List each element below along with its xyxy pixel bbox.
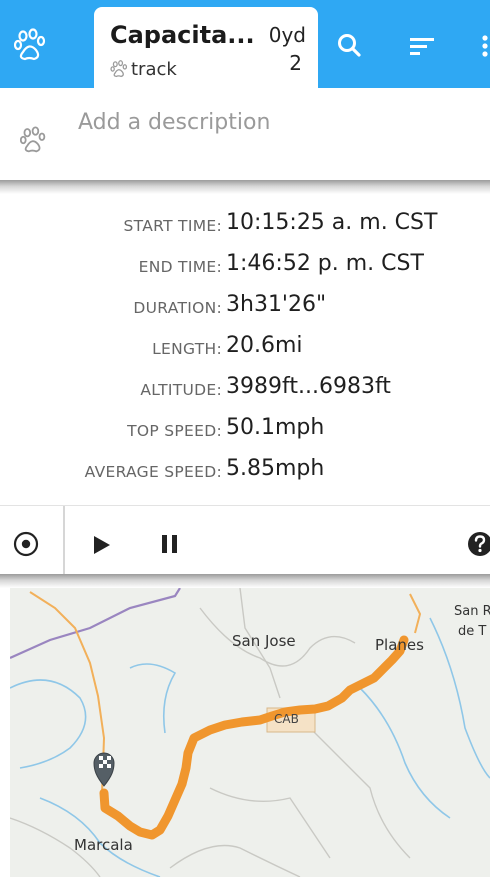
pause-icon[interactable] xyxy=(160,533,180,555)
major-road xyxy=(10,588,181,660)
description-field[interactable]: Add a description xyxy=(0,92,490,182)
stat-value: 1:46:52 p. m. CST xyxy=(226,251,424,276)
more-icon[interactable] xyxy=(476,30,490,62)
play-icon[interactable] xyxy=(92,534,112,556)
stat-duration: DURATION: 3h31'26" xyxy=(0,287,490,327)
track-map[interactable]: San Jose Planes San R de T CAB Marcala xyxy=(10,588,490,877)
stat-value: 5.85mph xyxy=(226,456,325,481)
divider xyxy=(63,506,65,578)
stat-value: 20.6mi xyxy=(226,333,303,358)
river xyxy=(429,617,490,779)
stat-average-speed: AVERAGE SPEED: 5.85mph xyxy=(0,451,490,491)
minor-road xyxy=(169,844,301,877)
track-type: track xyxy=(110,59,177,80)
stat-label: LENGTH: xyxy=(152,340,222,358)
stat-end-time: END TIME: 1:46:52 p. m. CST xyxy=(0,246,490,286)
top-app-bar: Capacita... track 0yd 2 xyxy=(0,0,490,88)
stat-value: 3989ft...6983ft xyxy=(226,374,391,399)
distance-count: 0yd xyxy=(268,23,306,47)
minor-road xyxy=(309,727,411,859)
divider xyxy=(0,574,490,588)
road xyxy=(409,593,422,634)
stat-value: 10:15:25 a. m. CST xyxy=(226,210,438,235)
search-icon[interactable] xyxy=(334,30,366,62)
map-label-planes: Planes xyxy=(375,636,424,654)
stat-length: LENGTH: 20.6mi xyxy=(0,328,490,368)
stat-label: ALTITUDE: xyxy=(140,381,222,399)
screen: Capacita... track 0yd 2 Add a descriptio… xyxy=(0,0,490,877)
stat-label: START TIME: xyxy=(123,217,222,235)
stat-value: 50.1mph xyxy=(226,415,325,440)
track-title: Capacita... xyxy=(110,21,255,49)
river xyxy=(129,663,177,734)
map-label-de-t: de T xyxy=(458,624,487,639)
stat-start-time: START TIME: 10:15:25 a. m. CST xyxy=(0,205,490,245)
help-icon[interactable] xyxy=(466,530,490,558)
river xyxy=(10,679,87,769)
map-label-san-r: San R xyxy=(454,604,490,619)
locate-icon[interactable] xyxy=(12,530,40,558)
minor-road xyxy=(209,787,331,859)
checkered-flag-marker xyxy=(93,752,115,787)
track-title-card[interactable]: Capacita... track 0yd 2 xyxy=(94,7,318,88)
stat-altitude: ALTITUDE: 3989ft...6983ft xyxy=(0,369,490,409)
stat-label: DURATION: xyxy=(133,299,222,317)
stat-value: 3h31'26" xyxy=(226,292,327,317)
track-type-label: track xyxy=(131,59,177,80)
map-label-marcala: Marcala xyxy=(74,836,133,854)
stat-top-speed: TOP SPEED: 50.1mph xyxy=(0,410,490,450)
stat-label: TOP SPEED: xyxy=(127,422,222,440)
point-count: 2 xyxy=(289,51,302,75)
description-placeholder: Add a description xyxy=(78,110,271,135)
paw-icon xyxy=(20,126,46,153)
sort-icon[interactable] xyxy=(406,30,438,62)
paw-small-icon xyxy=(110,60,128,78)
map-label-town: CAB xyxy=(274,712,299,726)
paw-icon[interactable] xyxy=(14,28,46,62)
track-line xyxy=(99,635,409,840)
playback-controls xyxy=(0,505,490,578)
divider xyxy=(0,180,490,194)
stat-label: END TIME: xyxy=(138,258,222,276)
map-label-san-jose: San Jose xyxy=(232,632,296,650)
stat-label: AVERAGE SPEED: xyxy=(84,463,222,481)
